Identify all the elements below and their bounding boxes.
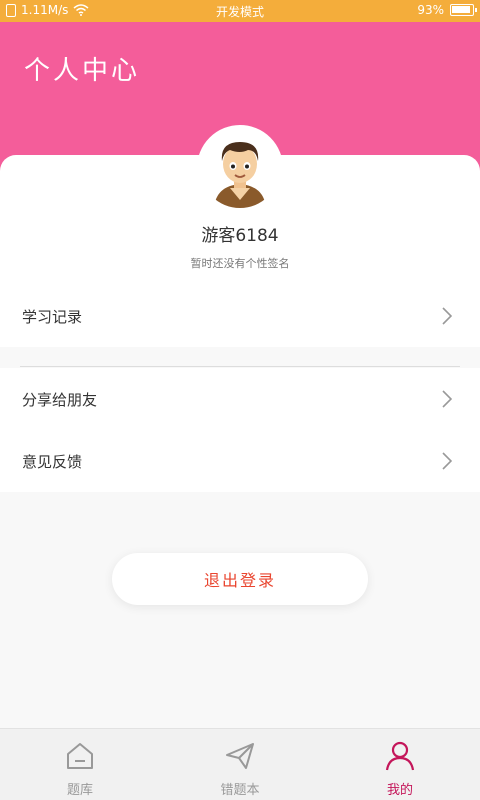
battery-percent: 93% (417, 3, 444, 17)
avatar-boy-icon (200, 128, 280, 208)
page-title: 个人中心 (24, 56, 141, 86)
chevron-right-icon (442, 307, 452, 325)
battery-icon (450, 4, 477, 16)
menu-item-label: 意见反馈 (22, 452, 83, 471)
menu-item-share[interactable]: 分享给朋友 (0, 368, 480, 430)
menu-group-social: 分享给朋友 意见反馈 (0, 368, 480, 492)
tab-question-bank[interactable]: 题库 (0, 729, 160, 800)
paper-plane-icon (226, 743, 254, 769)
logout-label: 退出登录 (203, 571, 276, 590)
divider (20, 366, 460, 367)
tab-mine[interactable]: 我的 (320, 729, 480, 800)
avatar[interactable] (197, 125, 283, 211)
tab-label: 我的 (386, 783, 413, 798)
menu-item-study-record[interactable]: 学习记录 (0, 285, 480, 347)
chevron-right-icon (442, 390, 452, 408)
home-icon (67, 743, 93, 769)
menu-item-feedback[interactable]: 意见反馈 (0, 430, 480, 492)
tab-wrong-questions[interactable]: 错题本 (160, 729, 320, 800)
user-icon (385, 741, 415, 771)
chevron-right-icon (442, 452, 452, 470)
menu-item-label: 分享给朋友 (22, 390, 98, 409)
menu-group-study: 学习记录 (0, 285, 480, 347)
status-bar: 1.11M/s 开发模式 93% (0, 0, 480, 22)
logout-button[interactable]: 退出登录 (112, 553, 368, 605)
menu-item-label: 学习记录 (22, 307, 83, 326)
tab-label: 错题本 (220, 783, 260, 798)
username: 游客6184 (201, 226, 279, 246)
dev-mode-label: 开发模式 (215, 5, 264, 19)
tab-bar: 题库 错题本 我的 (0, 728, 480, 800)
battery-level (452, 6, 470, 13)
signature: 暂时还没有个性签名 (190, 257, 290, 270)
tab-label: 题库 (66, 783, 93, 798)
